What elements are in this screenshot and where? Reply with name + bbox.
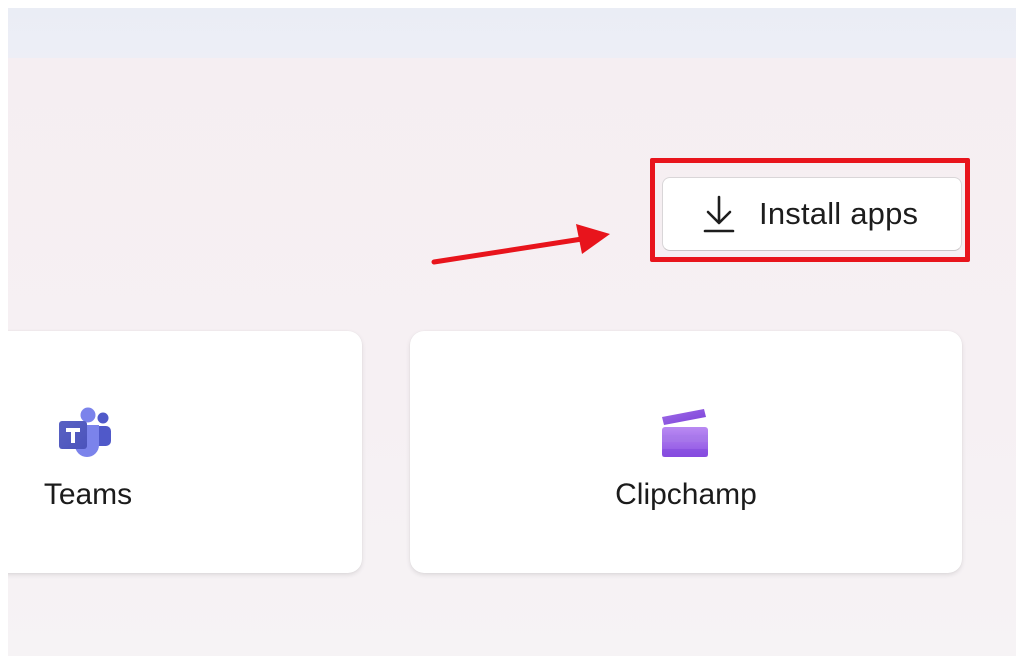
app-window: Teams Clipchamp Install apps (8, 8, 1016, 656)
annotation-highlight-box (650, 158, 970, 262)
annotation-arrow (431, 224, 610, 265)
page: Teams Clipchamp Install apps (0, 0, 1024, 666)
